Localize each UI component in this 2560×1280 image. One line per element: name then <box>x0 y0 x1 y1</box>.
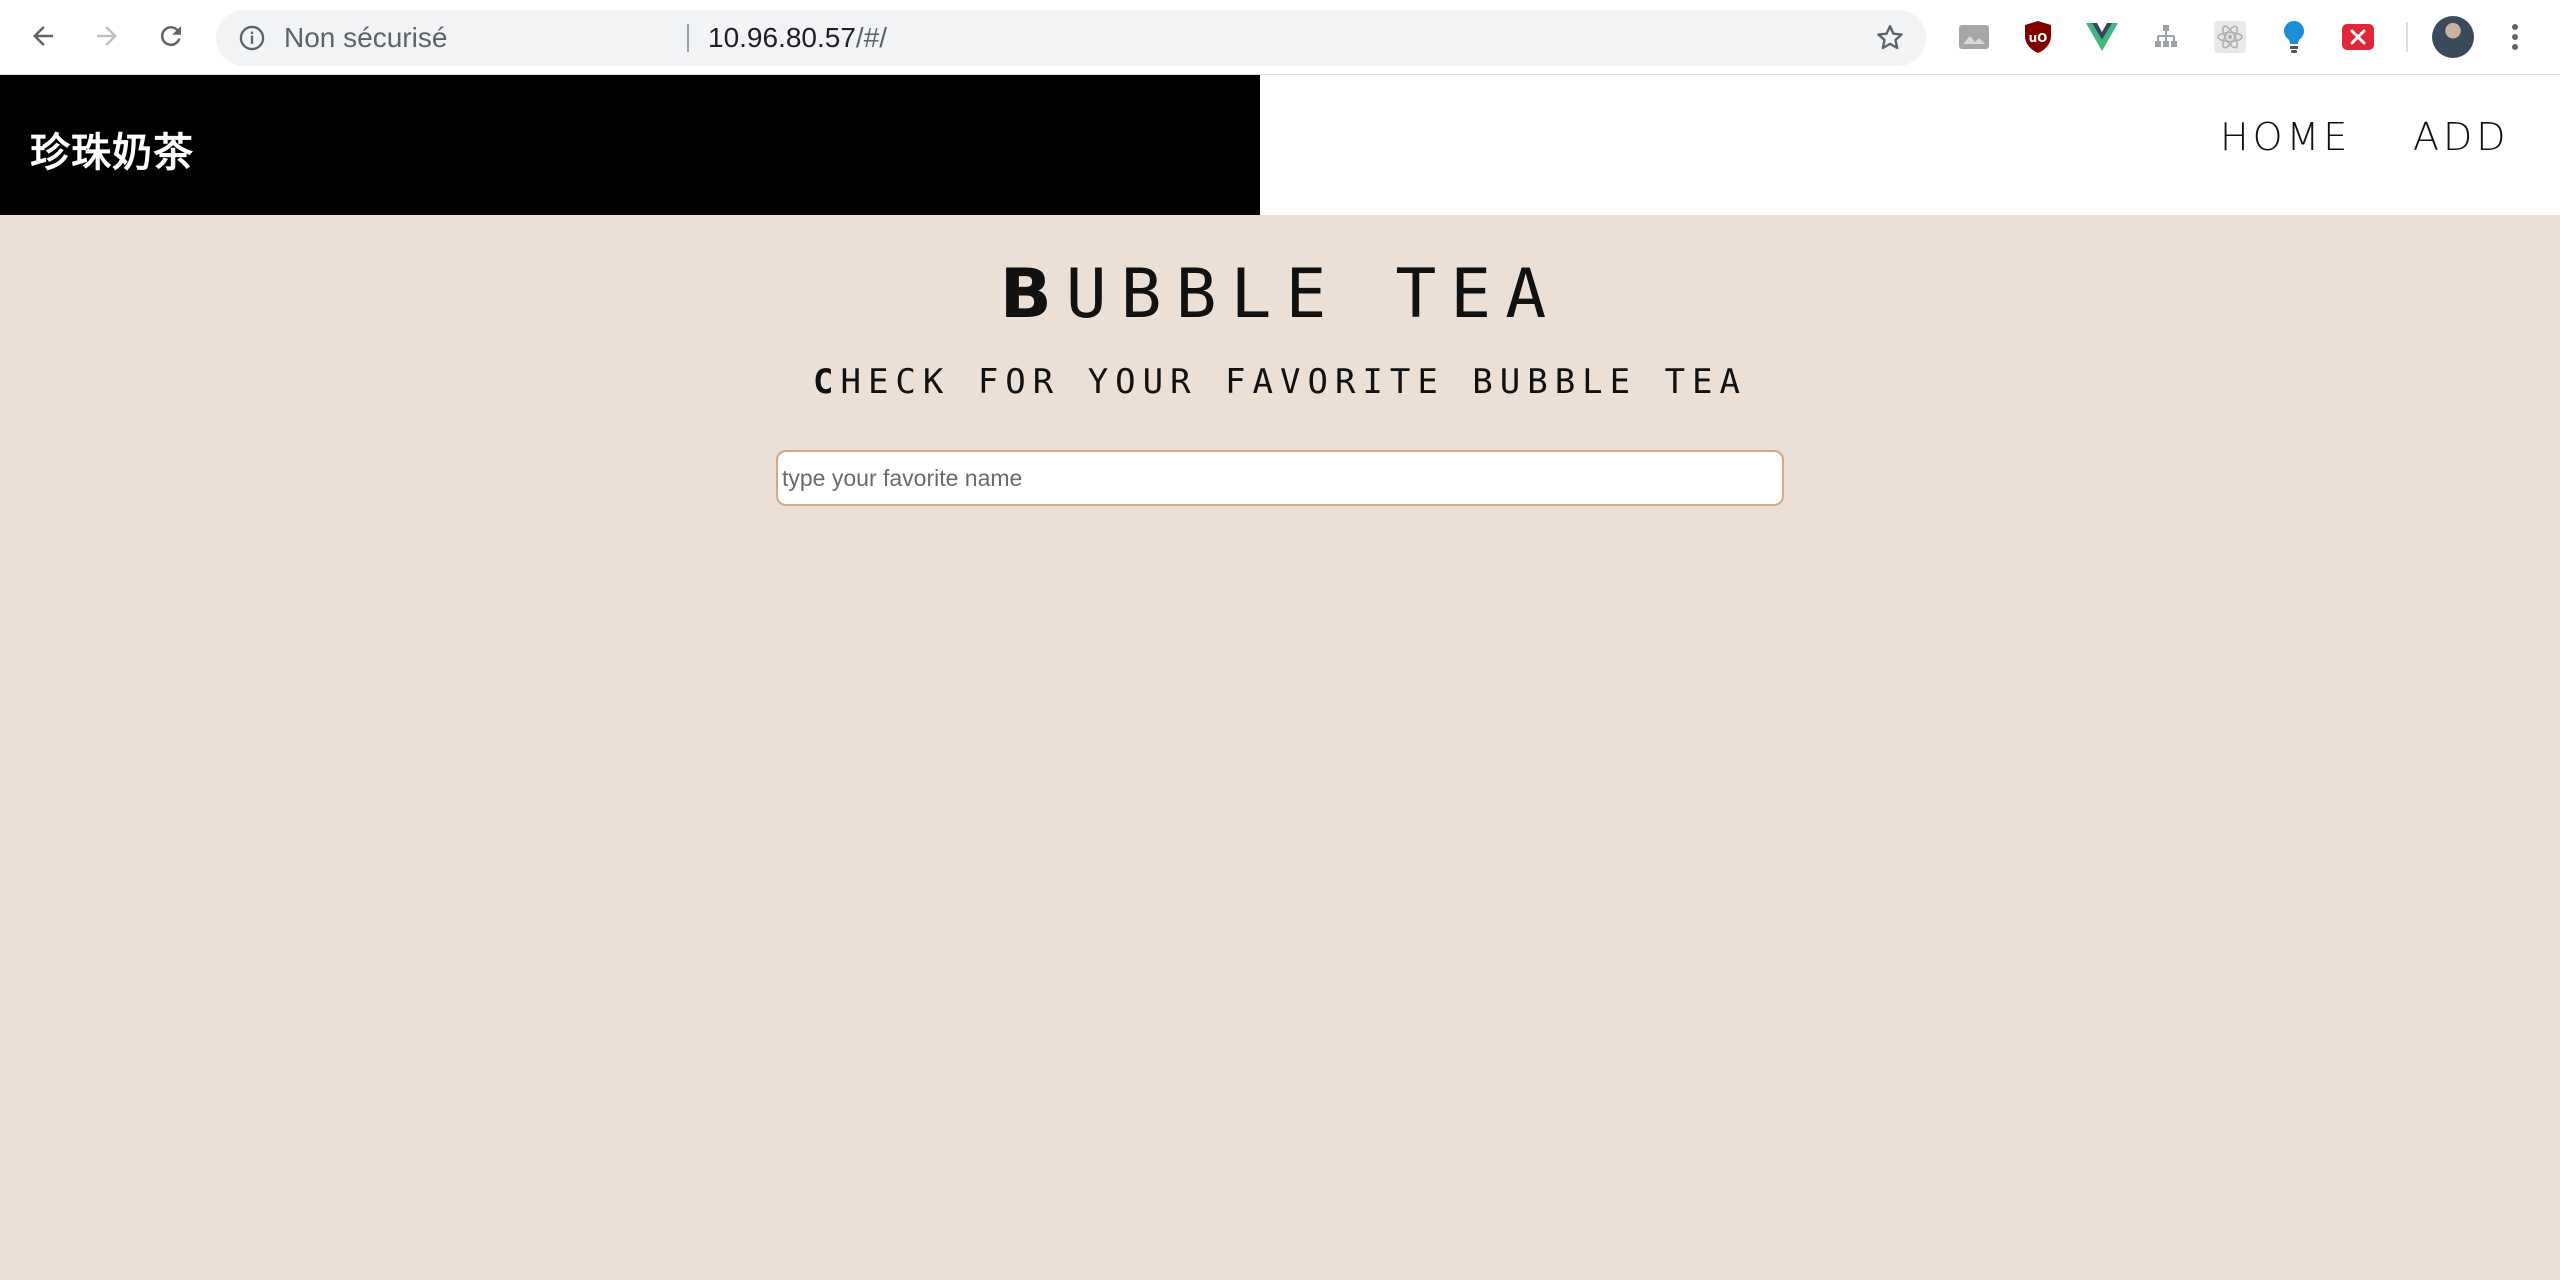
site-header: 珍珠奶茶 HOME ADD <box>0 75 2560 215</box>
page-title-initial: B <box>999 255 1066 334</box>
close-extension-icon[interactable] <box>2341 20 2375 54</box>
url-host: 10.96.80.57 <box>708 22 856 53</box>
nav-add-link[interactable]: ADD <box>2413 115 2510 159</box>
image-extension-icon[interactable] <box>1957 20 1991 54</box>
sitemap-extension-icon[interactable] <box>2149 20 2183 54</box>
browser-toolbar: Non sécurisé 10.96.80.57/#/ uO <box>0 0 2560 75</box>
ublock-origin-icon[interactable]: uO <box>2021 20 2055 54</box>
page-subtitle-initial: C <box>813 362 841 402</box>
page-title-rest: UBBLE TEA <box>1065 255 1561 334</box>
nav-home-link[interactable]: HOME <box>2220 115 2351 159</box>
toolbar-separator <box>2406 22 2408 52</box>
reload-icon[interactable] <box>149 14 193 58</box>
address-bar[interactable]: Non sécurisé 10.96.80.57/#/ <box>216 10 1926 66</box>
brand-block: 珍珠奶茶 <box>0 75 1260 215</box>
omnibox-separator <box>687 24 689 52</box>
security-status: Non sécurisé <box>284 22 448 53</box>
site-logo-title[interactable]: 珍珠奶茶 <box>30 120 194 178</box>
react-devtools-icon[interactable] <box>2213 20 2247 54</box>
profile-avatar[interactable] <box>2432 16 2474 58</box>
svg-text:uO: uO <box>2029 31 2048 45</box>
favorite-search-input[interactable] <box>776 450 1784 506</box>
page-content: 珍珠奶茶 HOME ADD BUBBLE TEA CHECK FOR YOUR … <box>0 75 2560 1280</box>
page-title: BUBBLE TEA <box>0 255 2560 334</box>
info-icon[interactable] <box>238 24 266 52</box>
lightbulb-extension-icon[interactable] <box>2277 20 2311 54</box>
star-icon[interactable] <box>1874 22 1906 54</box>
vue-devtools-icon[interactable] <box>2085 20 2119 54</box>
menu-icon[interactable] <box>2500 16 2530 58</box>
page-subtitle: CHECK FOR YOUR FAVORITE BUBBLE TEA <box>0 362 2560 402</box>
forward-arrow-icon[interactable] <box>85 14 129 58</box>
page-subtitle-rest: HECK FOR YOUR FAVORITE BUBBLE TEA <box>840 362 1747 402</box>
back-arrow-icon[interactable] <box>21 14 65 58</box>
url-path: /#/ <box>855 22 888 53</box>
url-text[interactable]: 10.96.80.57/#/ <box>708 10 887 66</box>
